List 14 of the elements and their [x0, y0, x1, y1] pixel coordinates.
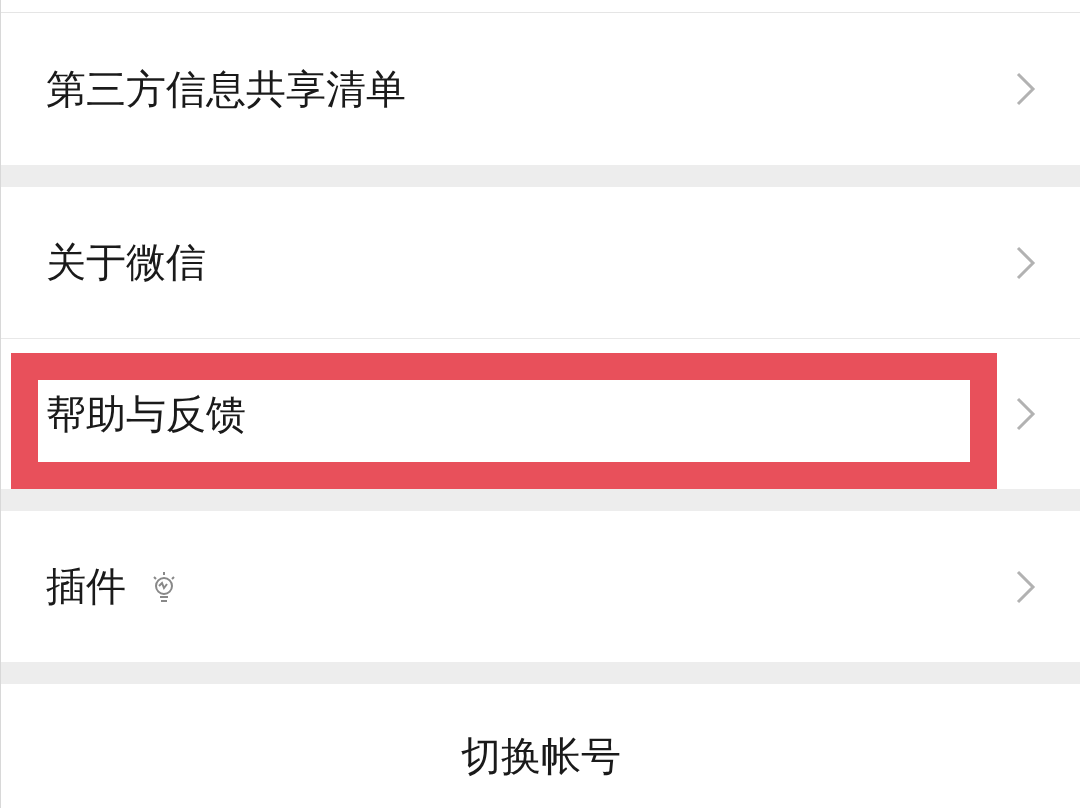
item-label: 帮助与反馈	[46, 389, 246, 439]
chevron-right-icon	[1015, 244, 1037, 281]
lightbulb-icon	[150, 569, 178, 604]
item-label: 第三方信息共享清单	[46, 64, 406, 114]
switch-account-button[interactable]: 切换帐号	[460, 728, 621, 784]
settings-item[interactable]: 关于微信	[1, 187, 1080, 338]
chevron-right-icon	[1015, 71, 1037, 107]
chevron-right-icon	[1015, 568, 1037, 605]
settings-item[interactable]: 第三方信息共享清单	[1, 13, 1080, 165]
settings-item[interactable]: 插件	[1, 511, 1080, 662]
item-label: 插件	[46, 562, 126, 611]
item-label: 关于微信	[46, 238, 206, 287]
chevron-right-icon	[1015, 396, 1037, 432]
settings-item[interactable]: 帮助与反馈	[1, 338, 1080, 489]
